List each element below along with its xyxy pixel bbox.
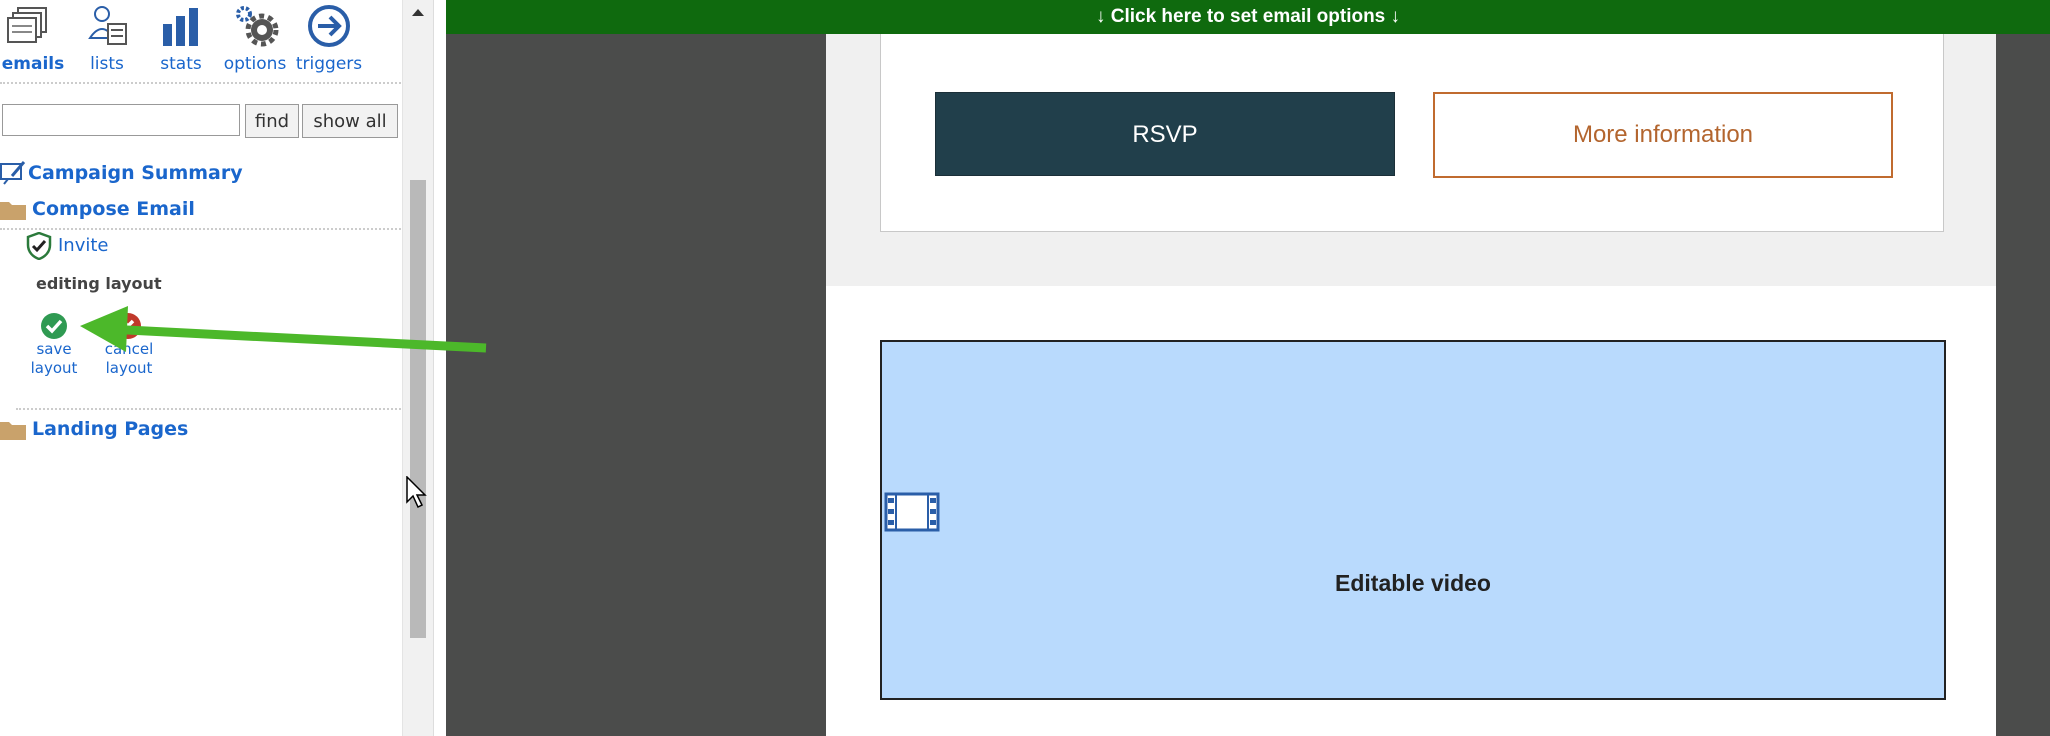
editing-layout-label: editing layout bbox=[36, 274, 162, 293]
editable-video-label: Editable video bbox=[1335, 570, 1491, 596]
save-layout-check-icon[interactable] bbox=[40, 312, 68, 340]
toolbar-emails-label: emails bbox=[1, 54, 65, 74]
compose-email-link[interactable]: Compose Email bbox=[32, 198, 195, 220]
sidebar-scrollbar[interactable] bbox=[402, 0, 434, 736]
mouse-cursor-icon bbox=[406, 476, 427, 509]
cancel-layout-line1: cancel bbox=[104, 340, 154, 358]
landing-pages-link[interactable]: Landing Pages bbox=[32, 418, 188, 440]
divider bbox=[0, 228, 404, 230]
more-information-button[interactable]: More information bbox=[1433, 92, 1893, 178]
toolbar-lists[interactable]: lists bbox=[70, 2, 144, 74]
video-section: Editable video bbox=[826, 286, 1996, 736]
email-options-banner[interactable]: ↓ Click here to set email options ↓ bbox=[446, 0, 2050, 34]
email-editor: ↓ Click here to set email options ↓ RSVP… bbox=[446, 0, 2050, 736]
toolbar-triggers-label: triggers bbox=[295, 54, 363, 74]
folder-icon bbox=[0, 202, 26, 220]
divider bbox=[16, 408, 404, 410]
save-layout-button[interactable]: save layout bbox=[24, 340, 84, 378]
toolbar-emails[interactable]: emails bbox=[0, 2, 70, 74]
search-input[interactable] bbox=[2, 104, 240, 136]
editable-video-block[interactable]: Editable video bbox=[880, 340, 1946, 700]
find-button[interactable]: find bbox=[245, 104, 299, 138]
emails-icon bbox=[7, 7, 47, 43]
shield-check-icon bbox=[26, 232, 52, 260]
content-card: RSVP More information bbox=[880, 34, 1944, 232]
campaign-summary-icon bbox=[0, 161, 26, 185]
save-layout-line1: save bbox=[36, 340, 72, 358]
folder-icon bbox=[0, 422, 26, 440]
triggers-icon bbox=[308, 5, 350, 47]
cancel-layout-x-icon[interactable] bbox=[114, 312, 142, 340]
toolbar-lists-label: lists bbox=[90, 54, 124, 74]
cancel-layout-line2: layout bbox=[105, 359, 153, 377]
toolbar-options[interactable]: options bbox=[218, 2, 292, 74]
cancel-layout-button[interactable]: cancel layout bbox=[98, 340, 160, 378]
save-layout-line2: layout bbox=[30, 359, 78, 377]
toolbar-stats-label: stats bbox=[160, 54, 202, 74]
invite-link[interactable]: Invite bbox=[58, 235, 109, 256]
scroll-up-arrow-icon[interactable] bbox=[410, 4, 426, 24]
campaign-summary-link[interactable]: Campaign Summary bbox=[28, 162, 243, 184]
sidebar: emails lists stats options triggers find… bbox=[0, 0, 408, 736]
options-icon bbox=[236, 6, 279, 47]
stats-icon bbox=[163, 8, 198, 46]
toolbar: emails lists stats options triggers bbox=[0, 0, 408, 84]
toolbar-stats[interactable]: stats bbox=[144, 2, 218, 74]
show-all-button[interactable]: show all bbox=[302, 104, 398, 138]
toolbar-options-label: options bbox=[223, 54, 287, 74]
email-canvas: RSVP More information Editable video bbox=[826, 34, 1996, 736]
scroll-thumb[interactable] bbox=[410, 180, 426, 638]
toolbar-triggers[interactable]: triggers bbox=[292, 2, 366, 74]
lists-icon bbox=[88, 6, 127, 45]
rsvp-button[interactable]: RSVP bbox=[935, 92, 1395, 176]
film-icon bbox=[884, 492, 940, 532]
